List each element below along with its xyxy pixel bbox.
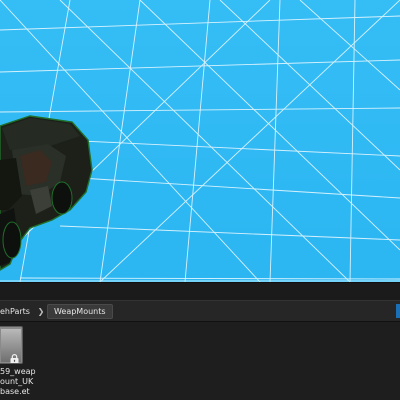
asset-name-line-3: base.et (0, 387, 30, 396)
lock-icon (10, 354, 19, 363)
panel-accent (396, 304, 400, 318)
panel-separator[interactable] (0, 282, 400, 300)
editor-window: ehParts ❯ WeapMounts 59_weap ount_UK bas… (0, 0, 400, 400)
breadcrumb-item-vehparts[interactable]: ehParts (0, 304, 36, 319)
asset-name-line-2: ount_UK (0, 377, 34, 386)
asset-browser: 59_weap ount_UK base.et (0, 322, 400, 400)
breadcrumb-separator-icon: ❯ (37, 306, 45, 316)
breadcrumb: ehParts ❯ WeapMounts (0, 300, 400, 322)
asset-name[interactable]: 59_weap ount_UK base.et (0, 367, 60, 397)
3d-viewport[interactable] (0, 0, 400, 282)
asset-name-line-1: 59_weap (0, 367, 36, 376)
viewport-scene (0, 0, 400, 282)
breadcrumb-item-weapmounts[interactable]: WeapMounts (46, 303, 113, 319)
asset-thumbnail[interactable] (0, 326, 23, 364)
